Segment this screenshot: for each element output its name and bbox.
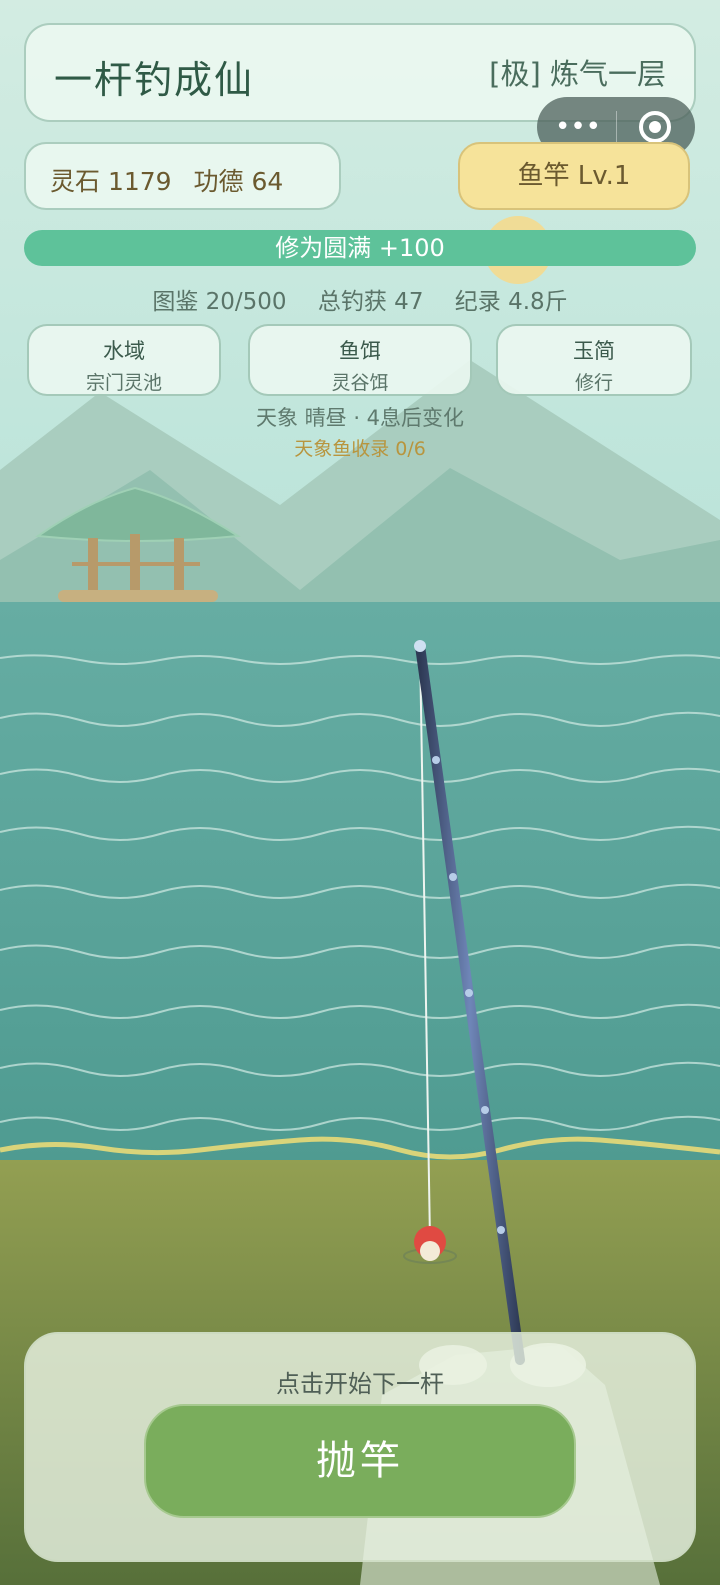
codex-count: 图鉴 20/500 xyxy=(152,289,287,315)
cast-hint: 点击开始下一杆 xyxy=(276,1370,444,1398)
bait-selector-title: 鱼饵 xyxy=(339,339,381,363)
water-selector-value: 宗门灵池 xyxy=(85,372,162,394)
more-dots-icon[interactable]: ••• xyxy=(555,112,601,142)
water-selector-title: 水域 xyxy=(103,339,145,363)
weather-status: 天象 晴昼 · 4息后变化 xyxy=(255,406,465,430)
water-selector-button[interactable]: 水域 宗门灵池 xyxy=(27,324,221,396)
bait-selector-button[interactable]: 鱼饵 灵谷饵 xyxy=(248,324,472,396)
capsule-divider xyxy=(616,111,617,143)
game-title: 一杆钓成仙 xyxy=(54,58,255,102)
record-weight: 纪录 4.8斤 xyxy=(454,289,568,315)
stats-row: 图鉴 20/500 总钓获 47 纪录 4.8斤 xyxy=(0,282,720,316)
total-catch: 总钓获 47 xyxy=(317,289,424,315)
resource-panel: 灵石 1179 功德 64 xyxy=(24,142,341,210)
scroll-selector-title: 玉简 xyxy=(573,339,615,363)
merit-count: 功德 64 xyxy=(193,167,284,196)
rod-level-button[interactable]: 鱼竿 Lv.1 xyxy=(458,142,690,210)
cultivation-realm: [极] 炼气一层 xyxy=(489,57,666,91)
cultivation-progress-bar: 修为圆满 +100 xyxy=(24,230,696,266)
scroll-selector-value: 修行 xyxy=(574,372,613,394)
cast-button[interactable]: 抛竿 xyxy=(144,1404,576,1518)
target-circle-icon[interactable] xyxy=(637,109,673,145)
scroll-selector-button[interactable]: 玉简 修行 xyxy=(496,324,692,396)
spirit-stone-count: 灵石 1179 xyxy=(50,167,172,196)
action-panel: 点击开始下一杆 抛竿 xyxy=(24,1332,696,1562)
bait-selector-value: 灵谷饵 xyxy=(331,372,389,394)
weather-fish-log: 天象鱼收录 0/6 xyxy=(294,438,426,460)
